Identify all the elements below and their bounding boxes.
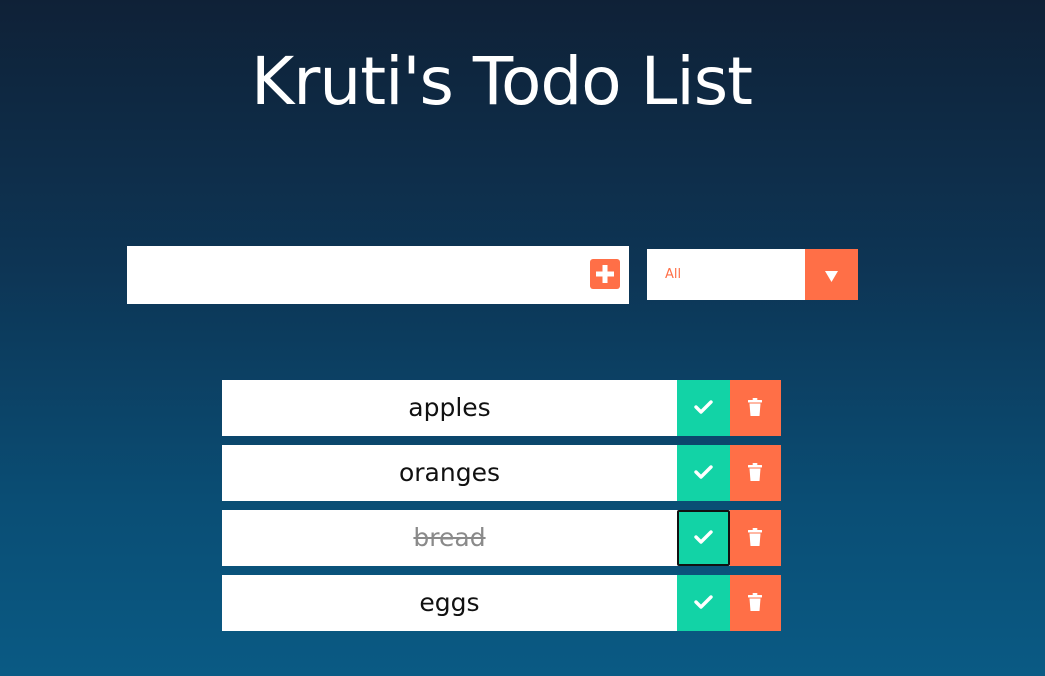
check-icon xyxy=(694,400,713,414)
delete-button[interactable] xyxy=(730,575,781,631)
todo-input[interactable] xyxy=(127,246,577,304)
todo-item: apples xyxy=(222,380,781,436)
caret-down-icon xyxy=(825,271,838,282)
todo-text: oranges xyxy=(398,458,500,487)
complete-button[interactable] xyxy=(677,445,730,501)
page-title: Kruti's Todo List xyxy=(250,43,753,120)
filter-select[interactable]: All xyxy=(647,249,858,300)
trash-icon xyxy=(748,463,762,481)
delete-button[interactable] xyxy=(730,510,781,566)
check-icon xyxy=(694,465,713,479)
delete-button[interactable] xyxy=(730,380,781,436)
add-todo-button[interactable] xyxy=(590,259,620,289)
add-todo-form xyxy=(127,246,629,304)
todo-item: oranges xyxy=(222,445,781,501)
todo-item: bread xyxy=(222,510,781,566)
trash-icon xyxy=(748,398,762,416)
check-icon xyxy=(694,530,713,544)
todo-text-completed: bread xyxy=(413,523,486,552)
todo-text: eggs xyxy=(419,588,480,617)
trash-icon xyxy=(748,593,762,611)
todo-list: apples oranges bread eggs xyxy=(222,380,781,640)
complete-button[interactable] xyxy=(677,575,730,631)
plus-icon xyxy=(596,265,614,283)
check-icon xyxy=(694,595,713,609)
filter-dropdown-button[interactable] xyxy=(805,249,858,300)
delete-button[interactable] xyxy=(730,445,781,501)
complete-button[interactable] xyxy=(677,380,730,436)
trash-icon xyxy=(748,528,762,546)
todo-item: eggs xyxy=(222,575,781,631)
complete-button[interactable] xyxy=(677,510,730,566)
todo-text: apples xyxy=(408,393,491,422)
filter-selected-value: All xyxy=(665,267,682,282)
